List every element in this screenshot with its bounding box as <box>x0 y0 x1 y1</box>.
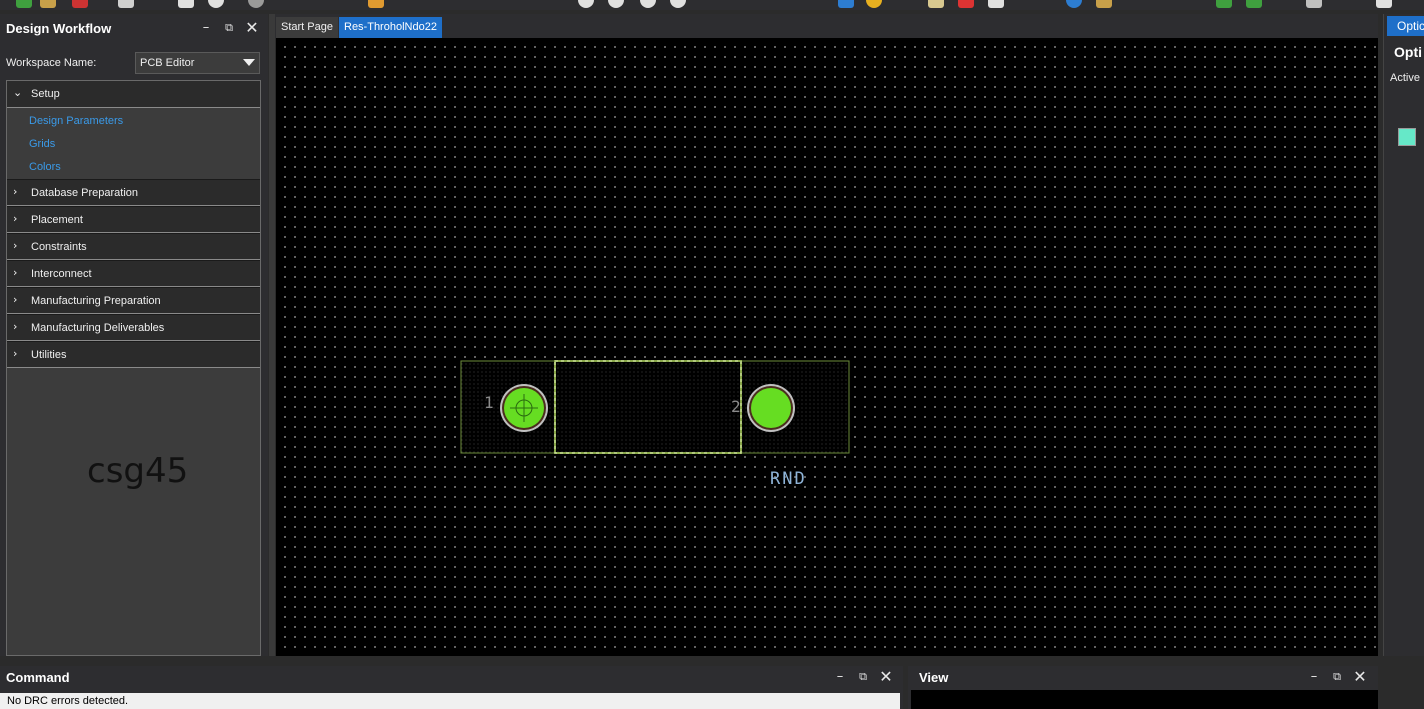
section-label: Manufacturing Deliverables <box>31 322 165 334</box>
section-label: Constraints <box>31 241 87 253</box>
design-workflow-title: Design Workflow <box>6 21 112 36</box>
section-label: Interconnect <box>31 268 92 280</box>
design-workflow-header: Design Workflow – ⧉ ✕ <box>0 14 268 44</box>
toolbar-settings-icon[interactable] <box>988 0 1004 8</box>
tab-document[interactable]: Res-ThroholNdo22 <box>339 17 442 38</box>
footprint-drawing: 1 2 RND <box>460 360 850 489</box>
toolbar-route-icon[interactable] <box>368 0 384 8</box>
view-panel: View – ⧉ ✕ <box>908 666 1378 709</box>
toolbar-info-icon[interactable] <box>1066 0 1082 8</box>
options-panel: Optic Opti Active <box>1383 14 1424 656</box>
toolbar-move-icon[interactable] <box>118 0 134 8</box>
pad-2[interactable] <box>751 388 791 428</box>
pcb-editor-window: Design Workflow – ⧉ ✕ Workspace Name: PC… <box>0 0 1424 709</box>
toolbar-via-icon[interactable] <box>1216 0 1232 8</box>
panel-splitter[interactable] <box>269 14 275 656</box>
document-tabs: Start Page Res-ThroholNdo22 <box>275 14 1378 38</box>
main-toolbar <box>0 0 1424 10</box>
minimize-icon[interactable]: – <box>831 668 849 686</box>
item-design-parameters[interactable]: Design Parameters <box>7 110 260 133</box>
item-grids[interactable]: Grids <box>7 133 260 156</box>
pcb-canvas[interactable]: 1 2 RND <box>276 38 1378 656</box>
workflow-list: ⌄ Setup Design Parameters Grids Colors ›… <box>6 80 261 656</box>
section-manufacturing-preparation[interactable]: › Manufacturing Preparation <box>7 287 260 314</box>
chevron-right-icon[interactable]: › <box>13 293 17 306</box>
command-panel: Command – ⧉ ✕ No DRC errors detected. <box>0 666 903 709</box>
body-outline <box>554 360 742 454</box>
toolbar-redo-icon[interactable] <box>248 0 264 8</box>
workspace-row: Workspace Name: PCB Editor <box>0 50 268 76</box>
section-setup[interactable]: ⌄ Setup <box>7 81 260 108</box>
active-layer-color-swatch[interactable] <box>1398 128 1416 146</box>
toolbar-gear-icon[interactable] <box>1376 0 1392 8</box>
pin-2-label: 2 <box>731 397 741 416</box>
chevron-right-icon[interactable]: › <box>13 266 17 279</box>
section-utilities[interactable]: › Utilities <box>7 341 260 368</box>
minimize-icon[interactable]: – <box>197 19 215 37</box>
chevron-right-icon[interactable]: › <box>13 185 17 198</box>
link-label[interactable]: Design Parameters <box>29 115 123 127</box>
toolbar-layers-icon[interactable] <box>838 0 854 8</box>
chevron-right-icon[interactable]: › <box>13 212 17 225</box>
active-layer-label: Active <box>1390 72 1420 84</box>
dropdown-arrow-icon[interactable] <box>243 59 255 66</box>
section-label: Manufacturing Preparation <box>31 295 161 307</box>
toolbar-undo-icon[interactable] <box>208 0 224 8</box>
item-colors[interactable]: Colors <box>7 156 260 179</box>
section-label: Placement <box>31 214 83 226</box>
toolbar-zoom-area-icon[interactable] <box>670 0 686 8</box>
section-placement[interactable]: › Placement <box>7 206 260 233</box>
command-output: No DRC errors detected. <box>0 693 900 709</box>
section-label: Setup <box>31 88 60 100</box>
toolbar-ruler-icon[interactable] <box>1096 0 1112 8</box>
toolbar-grid-icon[interactable] <box>958 0 974 8</box>
section-manufacturing-deliverables[interactable]: › Manufacturing Deliverables <box>7 314 260 341</box>
view-title: View <box>919 670 949 685</box>
section-interconnect[interactable]: › Interconnect <box>7 260 260 287</box>
toolbar-folder-icon[interactable] <box>40 0 56 8</box>
options-title: Opti <box>1394 44 1422 60</box>
tab-options[interactable]: Optic <box>1387 16 1424 36</box>
toolbar-library-icon[interactable] <box>928 0 944 8</box>
section-label: Database Preparation <box>31 187 139 199</box>
float-icon[interactable]: ⧉ <box>220 19 238 37</box>
chevron-right-icon[interactable]: › <box>13 239 17 252</box>
workspace-name-value: PCB Editor <box>140 57 195 69</box>
watermark-text: csg45 <box>87 451 189 491</box>
toolbar-zoom-fit-icon[interactable] <box>640 0 656 8</box>
float-icon[interactable]: ⧉ <box>1328 668 1346 686</box>
link-label[interactable]: Grids <box>29 138 55 150</box>
close-icon[interactable]: ✕ <box>243 19 261 37</box>
toolbar-color-icon[interactable] <box>866 0 882 8</box>
toolbar-image-icon[interactable] <box>1306 0 1322 8</box>
section-database-preparation[interactable]: › Database Preparation <box>7 179 260 206</box>
section-constraints[interactable]: › Constraints <box>7 233 260 260</box>
workspace-name-select[interactable]: PCB Editor <box>135 52 260 74</box>
minimize-icon[interactable]: – <box>1305 668 1323 686</box>
design-workflow-panel: Design Workflow – ⧉ ✕ Workspace Name: PC… <box>0 14 268 656</box>
workspace-name-label: Workspace Name: <box>6 57 97 69</box>
toolbar-delete-icon[interactable] <box>178 0 194 8</box>
tab-start-page[interactable]: Start Page <box>276 17 338 38</box>
reference-label: RND <box>770 469 807 489</box>
float-icon[interactable]: ⧉ <box>854 668 872 686</box>
section-label: Utilities <box>31 349 67 361</box>
command-title: Command <box>6 670 70 685</box>
view-preview[interactable] <box>911 690 1378 709</box>
toolbar-zoom-in-icon[interactable] <box>578 0 594 8</box>
chevron-down-icon[interactable]: ⌄ <box>13 86 22 99</box>
close-icon[interactable]: ✕ <box>877 668 895 686</box>
toolbar-save-icon[interactable] <box>72 0 88 8</box>
toolbar-zoom-out-icon[interactable] <box>608 0 624 8</box>
pin-1-label: 1 <box>484 393 494 412</box>
chevron-right-icon[interactable]: › <box>13 347 17 360</box>
link-label[interactable]: Colors <box>29 161 61 173</box>
close-icon[interactable]: ✕ <box>1351 668 1369 686</box>
toolbar-component-icon[interactable] <box>1246 0 1262 8</box>
chevron-right-icon[interactable]: › <box>13 320 17 333</box>
toolbar-add-icon[interactable] <box>16 0 32 8</box>
